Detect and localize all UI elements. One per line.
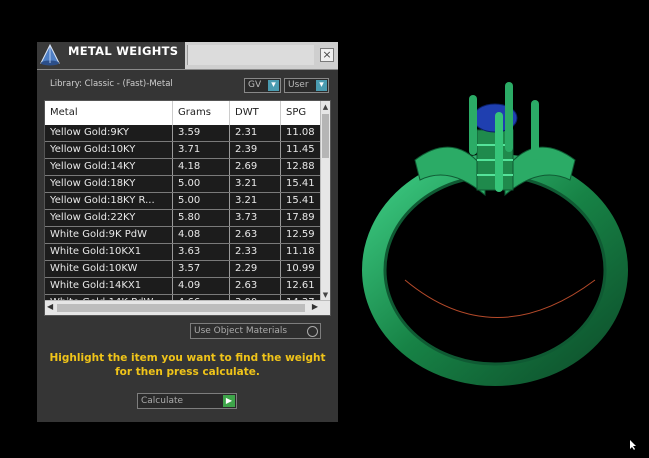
close-button[interactable]: × (320, 48, 334, 62)
column-header-dwt[interactable]: DWT (230, 101, 281, 125)
cell-metal: White Gold:9K PdW (45, 227, 173, 243)
cell-metal: White Gold:10KW (45, 261, 173, 277)
cell-grams: 4.18 (173, 159, 230, 175)
ring-band-inner (383, 174, 607, 366)
cell-metal: White Gold:10KX1 (45, 244, 173, 260)
radio-icon[interactable] (307, 326, 318, 337)
column-header-spg[interactable]: SPG (281, 101, 323, 125)
horizontal-scrollbar[interactable]: ◀ ▶ (45, 300, 330, 315)
cell-dwt: 2.33 (230, 244, 281, 260)
cell-spg: 12.59 (286, 229, 315, 240)
cell-dwt: 2.31 (230, 125, 281, 141)
prong (469, 95, 477, 155)
library-label: Library: Classic - (Fast)-Metal (50, 79, 173, 89)
cell-dwt: 2.69 (230, 159, 281, 175)
vertical-scrollbar[interactable]: ▲ ▼ (320, 101, 330, 301)
cell-spg: 15.41 (286, 178, 315, 189)
cell-metal: Yellow Gold:18KY R... (45, 193, 173, 209)
mouse-cursor-icon (630, 440, 636, 450)
table-row[interactable]: White Gold:9K PdW 4.08 2.63 12.59 (45, 227, 323, 244)
calculate-button[interactable]: Calculate ▶ (137, 393, 237, 409)
cell-dwt: 3.73 (230, 210, 281, 226)
metal-table: Metal Grams DWT SPG Yellow Gold:9KY 3.59… (44, 100, 331, 316)
instruction-line-2: for then press calculate. (115, 366, 260, 378)
chevron-down-icon[interactable]: ▾ (316, 80, 327, 91)
cell-grams: 5.00 (173, 193, 230, 209)
scroll-right-icon[interactable]: ▶ (312, 302, 318, 311)
scroll-up-icon[interactable]: ▲ (321, 102, 330, 112)
cell-spg: 12.88 (286, 161, 315, 172)
cell-spg: 12.61 (286, 280, 315, 291)
user-dropdown[interactable]: User ▾ (284, 78, 329, 93)
calculate-label: Calculate (141, 396, 184, 406)
play-icon[interactable]: ▶ (223, 395, 235, 407)
vertical-scroll-thumb[interactable] (322, 114, 329, 158)
gv-dropdown[interactable]: GV ▾ (244, 78, 281, 93)
ring-3d-model[interactable] (345, 70, 645, 450)
instruction-line-1: Highlight the item you want to find the … (49, 352, 326, 364)
scroll-left-icon[interactable]: ◀ (47, 302, 53, 311)
cell-grams: 3.59 (173, 125, 230, 141)
ring-engraving-line (404, 279, 596, 318)
use-object-materials-label: Use Object Materials (194, 326, 288, 336)
cell-grams: 4.09 (173, 278, 230, 294)
table-row[interactable]: Yellow Gold:18KY 5.00 3.21 15.41 (45, 176, 323, 193)
cell-grams: 5.00 (173, 176, 230, 192)
prong (495, 112, 503, 192)
prong (505, 82, 513, 152)
prong (531, 100, 539, 160)
table-row[interactable]: White Gold:14KX1 4.09 2.63 12.61 (45, 278, 323, 295)
cell-dwt: 2.63 (230, 227, 281, 243)
table-body: Yellow Gold:9KY 3.59 2.31 11.08 Yellow G… (45, 125, 323, 312)
cell-spg: 10.99 (286, 263, 315, 274)
use-object-materials-option[interactable]: Use Object Materials (190, 323, 321, 339)
instruction-text: Highlight the item you want to find the … (47, 351, 328, 379)
table-row[interactable]: Yellow Gold:10KY 3.71 2.39 11.45 (45, 142, 323, 159)
cell-grams: 3.71 (173, 142, 230, 158)
title-bar[interactable]: METAL WEIGHTS × (37, 42, 338, 70)
table-row[interactable]: White Gold:10KW 3.57 2.29 10.99 (45, 261, 323, 278)
ring-band-outer (362, 154, 628, 386)
cell-metal: Yellow Gold:18KY (45, 176, 173, 192)
cell-grams: 4.08 (173, 227, 230, 243)
cell-spg: 15.41 (286, 195, 315, 206)
cell-dwt: 2.63 (230, 278, 281, 294)
user-dropdown-value: User (288, 80, 309, 90)
cell-dwt: 3.21 (230, 193, 281, 209)
table-header: Metal Grams DWT SPG (45, 101, 323, 125)
gv-dropdown-value: GV (248, 80, 262, 90)
cell-dwt: 3.21 (230, 176, 281, 192)
cell-metal: White Gold:14KX1 (45, 278, 173, 294)
chevron-down-icon[interactable]: ▾ (268, 80, 279, 91)
cell-dwt: 2.29 (230, 261, 281, 277)
column-header-metal[interactable]: Metal (45, 101, 173, 125)
pyramid-cone-icon (40, 43, 60, 66)
cell-metal: Yellow Gold:9KY (45, 125, 173, 141)
cell-metal: Yellow Gold:22KY (45, 210, 173, 226)
metal-weights-panel: METAL WEIGHTS × Library: Classic - (Fast… (37, 42, 338, 422)
cell-spg: 11.18 (286, 246, 315, 257)
table-row[interactable]: White Gold:10KX1 3.63 2.33 11.18 (45, 244, 323, 261)
cell-metal: Yellow Gold:14KY (45, 159, 173, 175)
cell-spg: 11.08 (286, 127, 315, 138)
column-header-grams[interactable]: Grams (173, 101, 230, 125)
table-row[interactable]: Yellow Gold:9KY 3.59 2.31 11.08 (45, 125, 323, 142)
table-row[interactable]: Yellow Gold:22KY 5.80 3.73 17.89 (45, 210, 323, 227)
cell-grams: 5.80 (173, 210, 230, 226)
table-row[interactable]: Yellow Gold:18KY R... 5.00 3.21 15.41 (45, 193, 323, 210)
cell-spg: 11.45 (286, 144, 315, 155)
title-left: METAL WEIGHTS (37, 42, 185, 69)
window-title: METAL WEIGHTS (68, 44, 179, 58)
cell-metal: Yellow Gold:10KY (45, 142, 173, 158)
cell-grams: 3.57 (173, 261, 230, 277)
cell-grams: 3.63 (173, 244, 230, 260)
cell-dwt: 2.39 (230, 142, 281, 158)
scroll-down-icon[interactable]: ▼ (321, 290, 330, 300)
horizontal-scroll-thumb[interactable] (57, 304, 305, 312)
title-spacer (187, 45, 314, 65)
cell-spg: 17.89 (286, 212, 315, 223)
table-row[interactable]: Yellow Gold:14KY 4.18 2.69 12.88 (45, 159, 323, 176)
